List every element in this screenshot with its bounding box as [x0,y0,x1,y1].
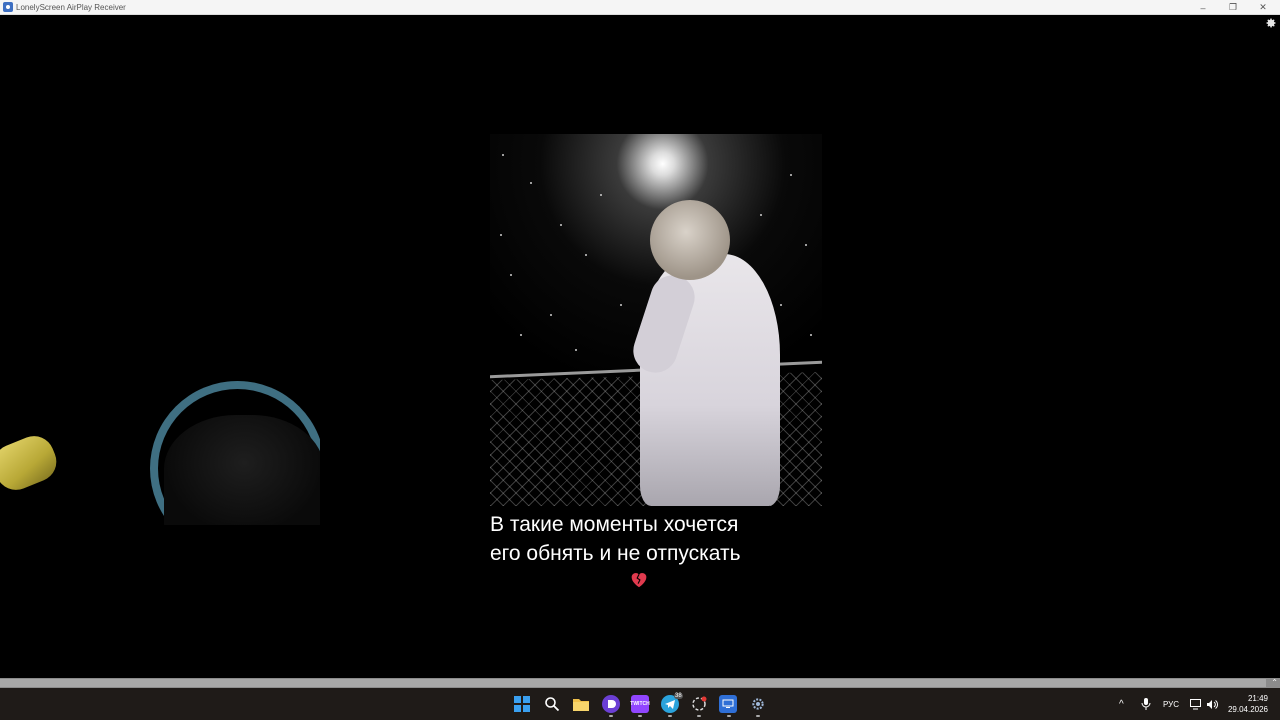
broken-heart-icon [631,573,647,588]
gear-icon[interactable] [1265,17,1277,29]
mirrored-video: В такие моменты хочется его обнять и не … [458,134,828,678]
telegram-badge: 38 [674,693,683,699]
video-scene-image [490,134,822,506]
running-indicator [697,715,701,717]
volume-icon[interactable] [1206,688,1218,720]
running-indicator [609,715,613,717]
clock-time: 21:49 [1247,694,1268,703]
close-button[interactable]: ✕ [1248,0,1278,15]
minimize-button[interactable]: – [1188,0,1218,15]
start-icon[interactable] [513,695,531,713]
webcam-overlay [120,375,320,525]
caption-line-1: В такие моменты хочется [490,513,739,536]
yellow-object [0,430,63,496]
caption-line-2: его обнять и не отпускать [490,542,741,565]
horizontal-scrollbar[interactable]: ⌃ [0,678,1280,688]
maximize-button[interactable]: ❐ [1218,0,1248,15]
tray-chevron[interactable]: ^ [1119,688,1124,720]
scrollbar-thumb[interactable] [0,679,1266,687]
microphone-icon[interactable] [1141,688,1151,720]
search-icon[interactable] [543,695,561,713]
settings-icon[interactable] [749,695,767,713]
scroll-up-arrow[interactable]: ⌃ [1271,678,1278,688]
app-icon [3,2,13,12]
network-icon[interactable] [1190,688,1202,720]
file-explorer-icon[interactable] [572,695,590,713]
language-indicator[interactable]: РУС [1163,688,1179,720]
window-title: LonelyScreen AirPlay Receiver [16,3,126,12]
person-head [650,200,730,280]
person-hair-image [164,415,320,525]
app-circle-icon[interactable] [602,695,620,713]
video-caption: В такие моменты хочется его обнять и не … [490,510,790,568]
running-indicator [638,715,642,717]
running-indicator [727,715,731,717]
running-indicator [756,715,760,717]
airplay-stage: В такие моменты хочется его обнять и не … [0,15,1280,678]
clock-date: 29.04.2026 [1227,705,1268,714]
remote-desktop-icon[interactable] [719,695,737,713]
twitch-icon[interactable]: TWITCH [630,695,650,713]
running-indicator [668,715,672,717]
taskbar: TWITCH 38 ^ РУС 21:49 29.04.2026 [0,688,1280,720]
title-bar: LonelyScreen AirPlay Receiver – ❐ ✕ [0,0,1280,15]
system-clock[interactable]: 21:49 29.04.2026 [1228,693,1268,715]
app-loop-icon[interactable] [690,695,708,713]
